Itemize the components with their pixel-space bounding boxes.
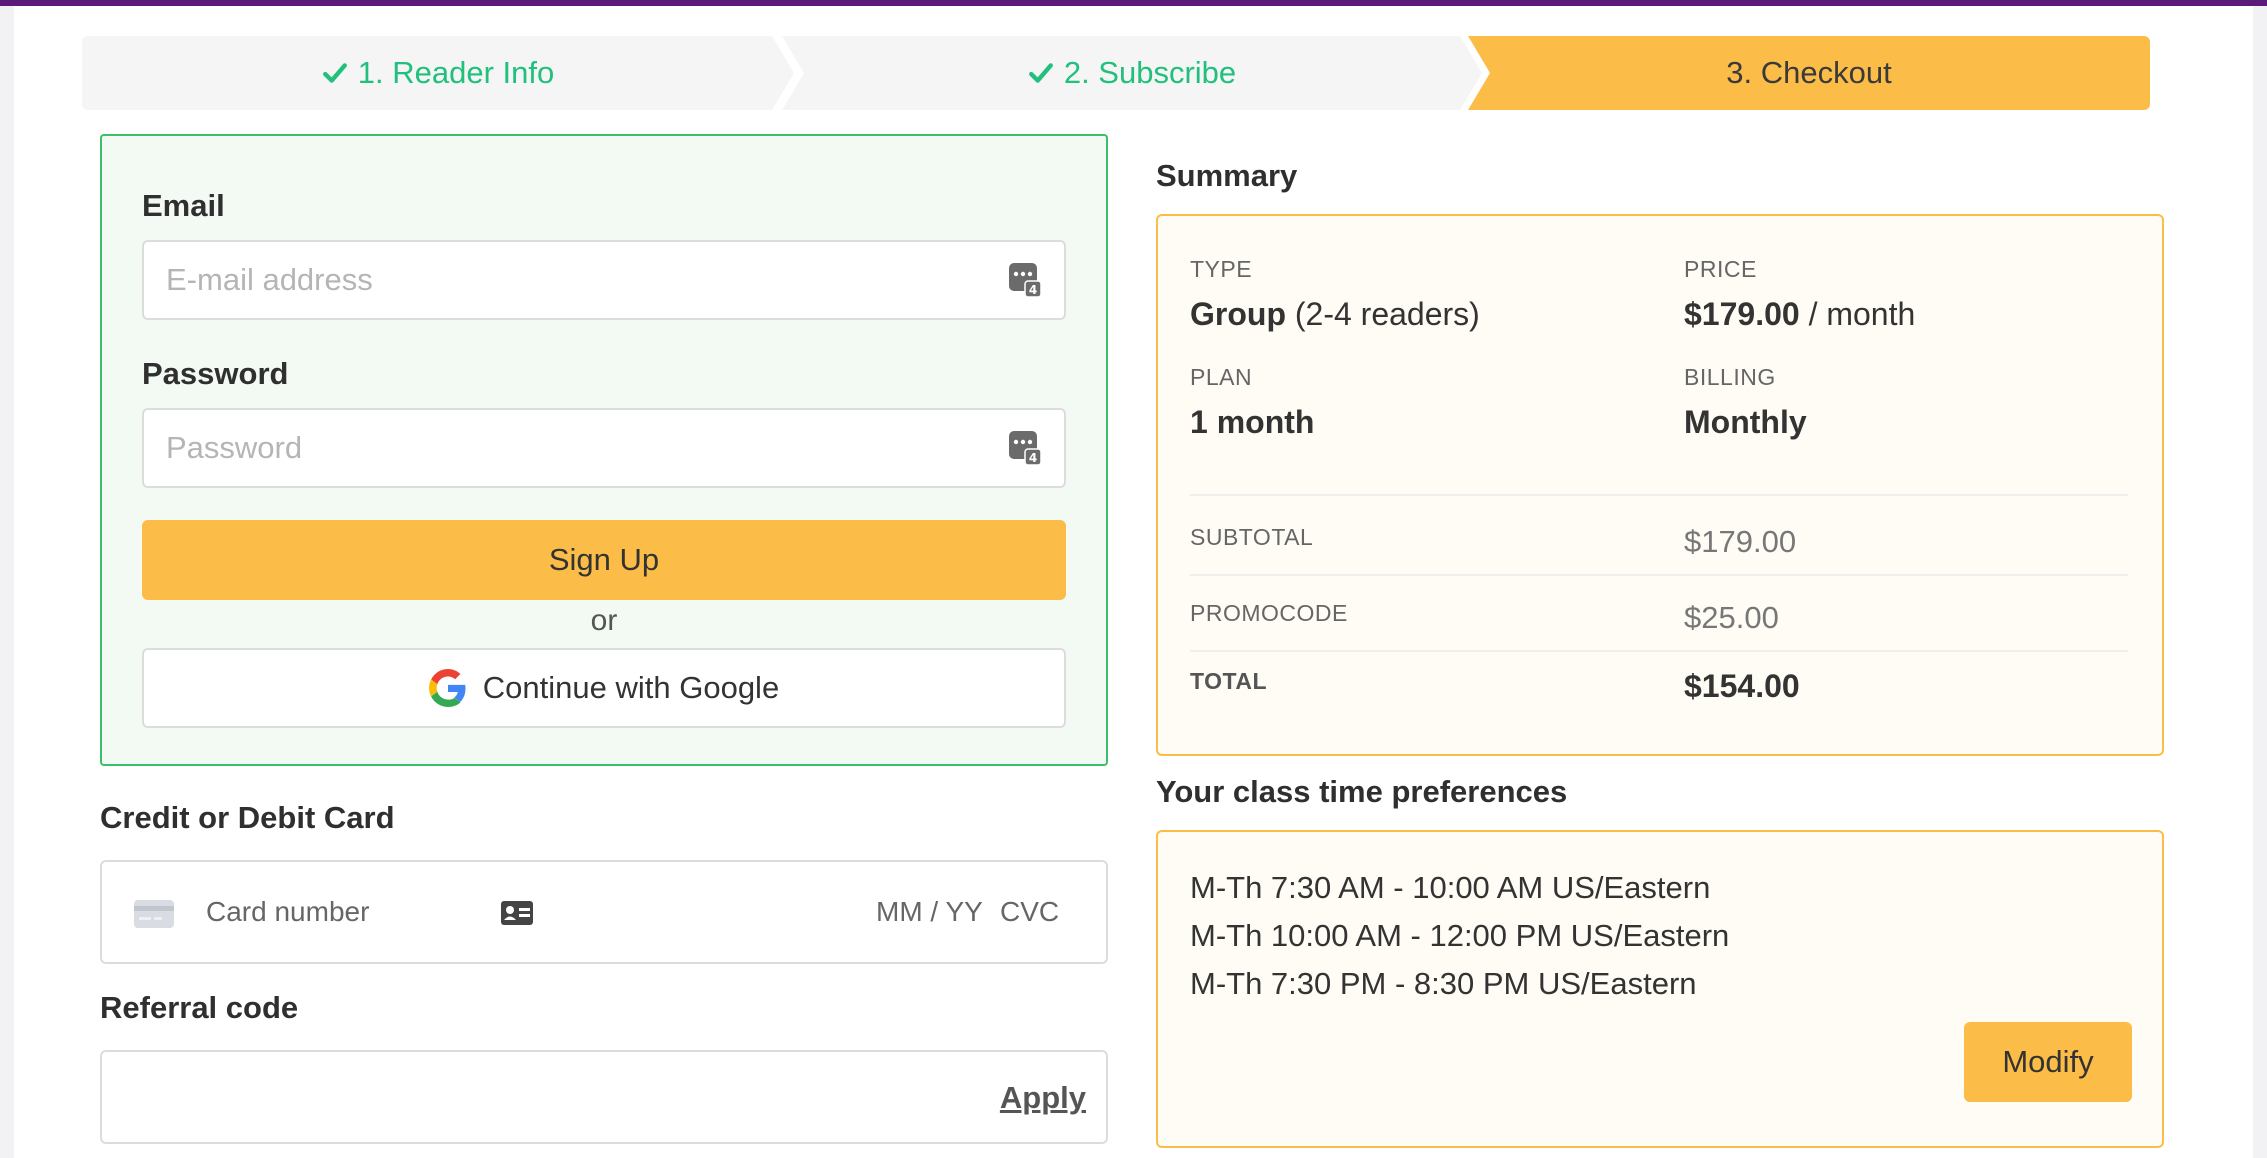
sign-up-button[interactable]: Sign Up bbox=[142, 520, 1066, 600]
subtotal-label: SUBTOTAL bbox=[1190, 524, 1314, 550]
card-input[interactable]: Card number MM / YY CVC bbox=[100, 860, 1108, 964]
price-amount: $179.00 bbox=[1684, 296, 1800, 332]
type-name: Group bbox=[1190, 296, 1286, 332]
check-icon bbox=[322, 63, 347, 83]
billing-label: BILLING bbox=[1684, 364, 1776, 390]
type-detail: (2-4 readers) bbox=[1294, 296, 1480, 332]
plan-label: PLAN bbox=[1190, 364, 1253, 390]
card-section-title: Credit or Debit Card bbox=[100, 800, 395, 835]
step-reader-info[interactable]: 1. Reader Info bbox=[82, 36, 794, 110]
referral-code-box: Apply bbox=[100, 1050, 1108, 1144]
summary-panel: TYPE Group (2-4 readers) PRICE $179.00 /… bbox=[1156, 214, 2164, 756]
email-label: Email bbox=[142, 188, 225, 223]
signup-panel: Email 4 Password 4 Sign Up or Continue w… bbox=[100, 134, 1108, 766]
promocode-value: $25.00 bbox=[1684, 600, 1779, 635]
divider bbox=[1190, 574, 2128, 576]
continue-with-google-button[interactable]: Continue with Google bbox=[142, 648, 1066, 728]
credit-card-icon bbox=[134, 900, 174, 928]
type-value: Group (2-4 readers) bbox=[1190, 296, 1480, 333]
id-card-icon bbox=[501, 901, 533, 925]
password-manager-icon[interactable]: 4 bbox=[1008, 262, 1042, 298]
password-field[interactable] bbox=[142, 408, 1066, 488]
preference-time: M-Th 7:30 AM - 10:00 AM US/Eastern bbox=[1190, 870, 1711, 905]
google-g-icon bbox=[428, 669, 466, 707]
preference-time: M-Th 7:30 PM - 8:30 PM US/Eastern bbox=[1190, 966, 1697, 1001]
price-unit: / month bbox=[1808, 296, 1916, 332]
step-subscribe[interactable]: 2. Subscribe bbox=[782, 36, 1482, 110]
card-number-placeholder[interactable]: Card number bbox=[206, 896, 369, 928]
total-label: TOTAL bbox=[1190, 668, 1268, 694]
type-label: TYPE bbox=[1190, 256, 1253, 282]
checkout-page: 1. Reader Info 2. Subscribe 3. Checkout … bbox=[14, 6, 2253, 1158]
price-value: $179.00 / month bbox=[1684, 296, 1915, 333]
plan-value: 1 month bbox=[1190, 404, 1315, 440]
modify-button[interactable]: Modify bbox=[1964, 1022, 2132, 1102]
or-divider: or bbox=[590, 604, 618, 637]
email-field[interactable] bbox=[142, 240, 1066, 320]
preference-time: M-Th 10:00 AM - 12:00 PM US/Eastern bbox=[1190, 918, 1730, 953]
preferences-panel: M-Th 7:30 AM - 10:00 AM US/Eastern M-Th … bbox=[1156, 830, 2164, 1148]
google-button-label: Continue with Google bbox=[482, 670, 780, 705]
checkout-stepper: 1. Reader Info 2. Subscribe 3. Checkout bbox=[82, 36, 2150, 110]
divider bbox=[1190, 650, 2128, 652]
promocode-label: PROMOCODE bbox=[1190, 600, 1348, 626]
apply-referral-link[interactable]: Apply bbox=[1000, 1080, 1086, 1116]
referral-code-input[interactable] bbox=[102, 1052, 982, 1142]
total-value: $154.00 bbox=[1684, 668, 1800, 704]
price-label: PRICE bbox=[1684, 256, 1757, 282]
card-expiry-placeholder[interactable]: MM / YY bbox=[876, 896, 983, 928]
divider bbox=[1190, 494, 2128, 496]
billing-value: Monthly bbox=[1684, 404, 1807, 440]
step-label: 3. Checkout bbox=[1726, 55, 1892, 90]
check-icon bbox=[1028, 63, 1053, 83]
step-label: 2. Subscribe bbox=[1063, 55, 1237, 90]
summary-title: Summary bbox=[1156, 158, 1298, 193]
card-cvc-placeholder[interactable]: CVC bbox=[1000, 896, 1059, 928]
password-label: Password bbox=[142, 356, 289, 391]
step-label: 1. Reader Info bbox=[357, 55, 555, 90]
step-checkout[interactable]: 3. Checkout bbox=[1468, 36, 2150, 110]
subtotal-value: $179.00 bbox=[1684, 524, 1797, 559]
referral-section-title: Referral code bbox=[100, 990, 299, 1025]
preferences-title: Your class time preferences bbox=[1156, 774, 1568, 809]
svg-text:4: 4 bbox=[1029, 451, 1037, 465]
password-manager-icon[interactable]: 4 bbox=[1008, 430, 1042, 466]
svg-text:4: 4 bbox=[1029, 283, 1037, 297]
